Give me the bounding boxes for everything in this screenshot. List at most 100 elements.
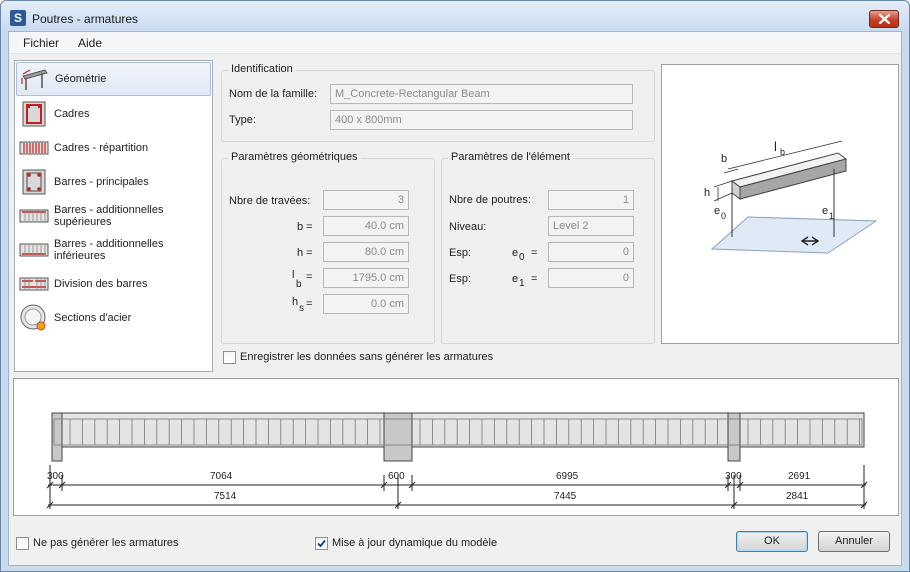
- dim-bottom-1: 7514: [214, 491, 237, 502]
- stirrups-icon: [22, 101, 46, 127]
- sidebar-item-barres-add-sup[interactable]: Barres - additionnelles supérieures: [16, 199, 211, 233]
- type-label: Type:: [229, 114, 256, 126]
- e1-field[interactable]: 0: [548, 268, 634, 288]
- dim-top-5: 300: [725, 471, 742, 482]
- no-generate-label: Ne pas générer les armatures: [33, 537, 179, 549]
- hs-equals: =: [306, 298, 313, 310]
- beam-elevation-drawing: [46, 412, 868, 509]
- beams-count-label: Nbre de poutres:: [449, 194, 531, 206]
- type-field[interactable]: 400 x 800mm: [330, 110, 633, 130]
- h-field[interactable]: 80.0 cm: [323, 242, 409, 262]
- bar-division-icon: [19, 277, 49, 291]
- dialog-client: Fichier Aide Géométrie Cadres Cadres - r…: [8, 31, 902, 566]
- h-label: h =: [297, 247, 313, 259]
- esp-e0-label: Esp:: [449, 247, 472, 259]
- dialog-window: S Poutres - armatures Fichier Aide Géomé…: [0, 0, 910, 572]
- diagram-lb-subscript: b: [780, 147, 786, 157]
- checkmark-icon: [317, 539, 326, 548]
- dynamic-update-checkbox[interactable]: [315, 537, 328, 550]
- sidebar-item-label: Barres - additionnelles inférieures: [54, 238, 164, 262]
- lb-equals: =: [306, 271, 313, 283]
- e1-label: e: [512, 273, 519, 285]
- dynamic-update-label: Mise à jour dynamique du modèle: [332, 537, 498, 549]
- geometry-icon: [21, 69, 48, 90]
- b-field[interactable]: 40.0 cm: [323, 216, 409, 236]
- diagram-e0-subscript: 0: [721, 211, 727, 221]
- dim-top-3: 600: [388, 471, 405, 482]
- element-params-group: Paramètres de l'élément Nbre de poutres:…: [441, 151, 655, 344]
- spans-field[interactable]: 3: [323, 190, 409, 210]
- sidebar-item-label: Barres - principales: [54, 176, 149, 188]
- stirrup-distribution-icon: [19, 141, 49, 155]
- additional-top-bars-icon: [19, 209, 49, 223]
- e0-equals: =: [531, 247, 538, 259]
- cancel-button[interactable]: Annuler: [818, 531, 890, 552]
- diagram-e0-label: e: [714, 205, 721, 217]
- element-params-title: Paramètres de l'élément: [448, 151, 573, 163]
- menu-aide[interactable]: Aide: [78, 36, 102, 50]
- beam-elevation-view: 300 7064 600 6995 300 2691 7514 7445 284…: [13, 378, 899, 516]
- geometry-params-title: Paramètres géométriques: [228, 151, 361, 163]
- e1-equals: =: [531, 273, 538, 285]
- spans-label: Nbre de travées:: [229, 195, 311, 207]
- diagram-lb-label: l: [774, 139, 777, 154]
- app-icon: S: [10, 10, 26, 26]
- sidebar-item-barres-add-inf[interactable]: Barres - additionnelles inférieures: [16, 233, 211, 267]
- title-bar: S Poutres - armatures: [1, 1, 909, 31]
- hs-field[interactable]: 0.0 cm: [323, 294, 409, 314]
- dim-top-1: 300: [47, 471, 64, 482]
- identification-title: Identification: [228, 63, 296, 75]
- e0-subscript: 0: [519, 252, 525, 263]
- geometry-params-group: Paramètres géométriques Nbre de travées:…: [221, 151, 435, 344]
- identification-group: Identification Nom de la famille: M_Conc…: [221, 63, 655, 142]
- sidebar-item-label: Division des barres: [54, 278, 148, 290]
- steel-sections-icon: [20, 304, 46, 331]
- beam-3d-drawing: [710, 140, 878, 254]
- additional-bottom-bars-icon: [19, 243, 49, 257]
- sidebar-item-label: Géométrie: [55, 73, 107, 85]
- sidebar-item-geometrie[interactable]: Géométrie: [16, 62, 211, 96]
- sidebar-item-cadres[interactable]: Cadres: [16, 97, 211, 131]
- lb-subscript: b: [296, 279, 302, 290]
- sidebar-item-barres-principales[interactable]: Barres - principales: [16, 165, 211, 199]
- sidebar-item-label: Barres - additionnelles supérieures: [54, 204, 164, 228]
- level-field[interactable]: Level 2: [548, 216, 634, 236]
- diagram-b-label: b: [721, 153, 728, 165]
- lb-field[interactable]: 1795.0 cm: [323, 268, 409, 288]
- esp-e1-label: Esp:: [449, 273, 472, 285]
- beams-count-field[interactable]: 1: [548, 190, 634, 210]
- sidebar-item-sections-acier[interactable]: Sections d'acier: [16, 301, 211, 335]
- ok-button[interactable]: OK: [736, 531, 808, 552]
- menu-fichier[interactable]: Fichier: [23, 36, 59, 50]
- diagram-h-label: h: [704, 187, 711, 199]
- sidebar-item-division-barres[interactable]: Division des barres: [16, 267, 211, 301]
- lb-label: l: [292, 269, 295, 281]
- e0-field[interactable]: 0: [548, 242, 634, 262]
- dim-bottom-2: 7445: [554, 491, 577, 502]
- e0-label: e: [512, 247, 519, 259]
- sidebar-item-label: Cadres: [54, 108, 90, 120]
- diagram-e1-subscript: 1: [829, 211, 835, 221]
- sidebar-item-label: Sections d'acier: [54, 312, 132, 324]
- dim-top-4: 6995: [556, 471, 579, 482]
- save-without-generating-checkbox[interactable]: [223, 351, 236, 364]
- family-label: Nom de la famille:: [229, 88, 318, 100]
- family-field[interactable]: M_Concrete-Rectangular Beam: [330, 84, 633, 104]
- e1-subscript: 1: [519, 278, 525, 289]
- beam-3d-diagram: b l b h e 0 e 1: [661, 64, 899, 344]
- menu-bar: Fichier Aide: [9, 32, 901, 54]
- level-label: Niveau:: [449, 221, 487, 233]
- hs-label: h: [292, 296, 299, 308]
- close-icon: [879, 14, 890, 24]
- sidebar-item-cadres-repartition[interactable]: Cadres - répartition: [16, 131, 211, 165]
- sidebar-item-label: Cadres - répartition: [54, 142, 149, 154]
- hs-subscript: s: [299, 303, 304, 314]
- dim-bottom-3: 2841: [786, 491, 809, 502]
- no-generate-checkbox[interactable]: [16, 537, 29, 550]
- sidebar: Géométrie Cadres Cadres - répartition Ba…: [14, 60, 213, 372]
- close-button[interactable]: [869, 10, 899, 28]
- save-without-generating-label: Enregistrer les données sans générer les…: [240, 351, 494, 363]
- b-label: b =: [297, 221, 313, 233]
- window-title: Poutres - armatures: [32, 12, 139, 26]
- dim-top-2: 7064: [210, 471, 233, 482]
